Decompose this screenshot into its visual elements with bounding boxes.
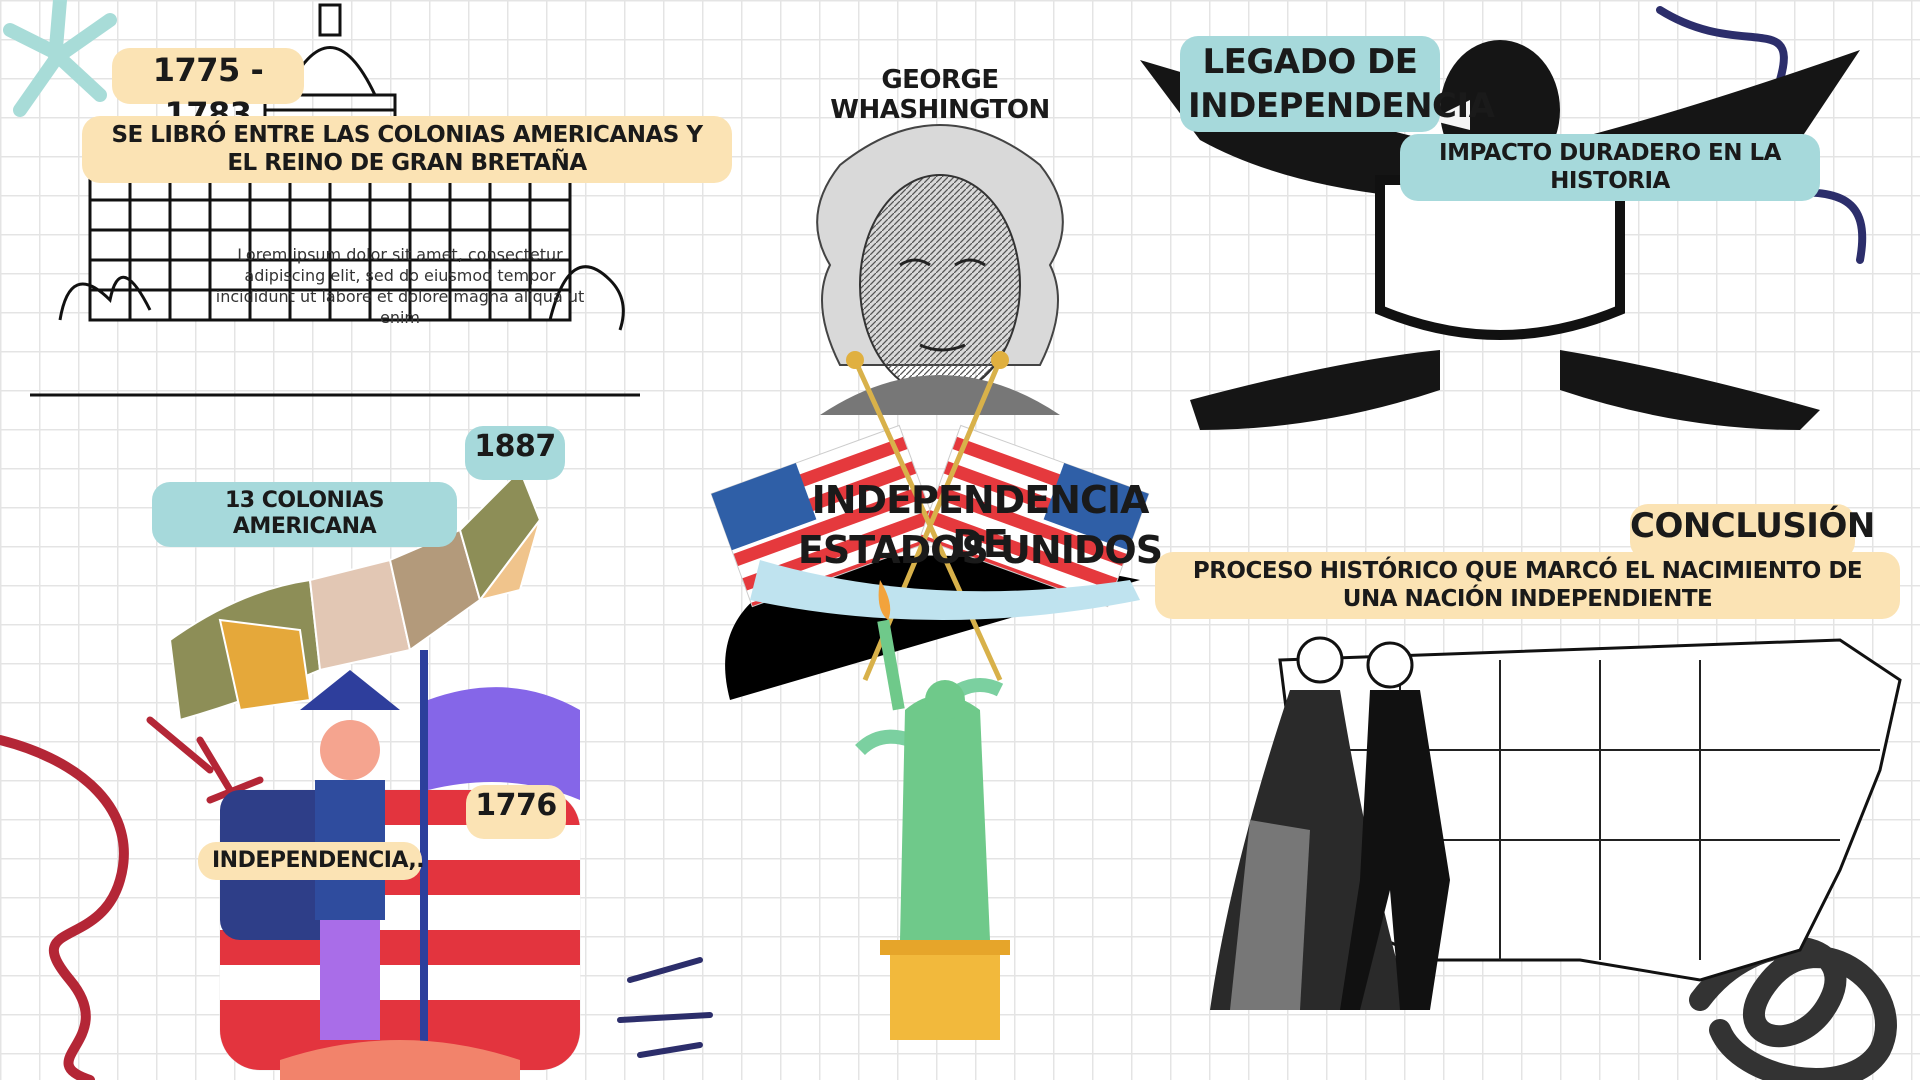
legacy-title-line1: LEGADO DE [1202, 42, 1418, 82]
legacy-title-line2: INDEPENDENCIA [1188, 86, 1495, 126]
year-1887-badge: 1887 [465, 426, 565, 480]
washington-caption: GEORGE WHASHINGTON [830, 65, 1050, 125]
years-1775-badge: 1775 - 1783 [112, 48, 304, 133]
independence-label: INDEPENDENCIA,. [198, 842, 425, 881]
statue-of-liberty [855, 580, 1010, 1040]
war-description: SE LIBRÓ ENTRE LAS COLONIAS AMERICANAS Y… [82, 116, 732, 184]
lorem-paragraph: Lorem ipsum dolor sit amet, consectetur … [215, 245, 585, 327]
legacy-impact: IMPACTO DURADERO EN LA HISTORIA [1400, 134, 1820, 202]
colonies-label: 13 COLONIAS AMERICANA [152, 482, 457, 547]
legacy-title: LEGADO DE INDEPENDENCIA [1180, 36, 1495, 132]
conclusion-text: PROCESO HISTÓRICO QUE MARCÓ EL NACIMIENT… [1155, 552, 1900, 620]
year-1776-badge: 1776 [466, 785, 566, 839]
main-title-line2: ESTADOS UNIDOS [797, 528, 1163, 572]
colonial-couple-illustration [1210, 636, 1450, 1010]
